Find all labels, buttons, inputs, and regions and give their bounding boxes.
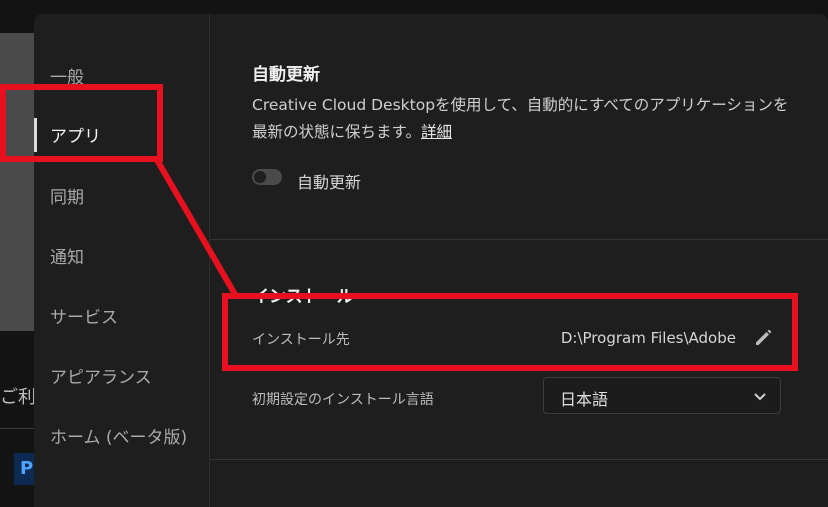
chevron-down-icon	[754, 393, 766, 401]
preferences-dialog: 一般 アプリ 同期 通知 サービス アピアランス ホーム (ベータ版) 自動更新…	[34, 14, 828, 507]
sidebar-item-apps[interactable]: アプリ	[50, 122, 101, 147]
auto-update-title: 自動更新	[252, 65, 320, 85]
section-divider-bottom	[210, 459, 828, 460]
toggle-knob	[254, 171, 266, 183]
background-panel	[0, 33, 34, 331]
sidebar-item-sync[interactable]: 同期	[50, 183, 84, 208]
sidebar-item-home-beta[interactable]: ホーム (ベータ版)	[50, 423, 187, 448]
section-divider	[210, 239, 828, 240]
background-divider	[0, 428, 34, 429]
sidebar-item-services[interactable]: サービス	[50, 303, 118, 328]
install-language-label: 初期設定のインストール言語	[252, 392, 434, 408]
background-app-badge: P	[14, 453, 34, 485]
preferences-content: 自動更新 Creative Cloud Desktopを使用して、自動的にすべて…	[210, 14, 828, 507]
install-language-select[interactable]: 日本語	[543, 377, 781, 414]
install-language-value: 日本語	[560, 390, 609, 409]
install-location-label: インストール先	[252, 332, 350, 348]
sidebar-item-notifications[interactable]: 通知	[50, 243, 84, 268]
auto-update-description: Creative Cloud Desktopを使用して、自動的にすべてのアプリケ…	[252, 92, 792, 146]
background-partial-text: ご利	[0, 387, 36, 408]
sidebar-item-general[interactable]: 一般	[50, 63, 84, 88]
auto-update-toggle[interactable]	[252, 169, 282, 185]
auto-update-toggle-label: 自動更新	[297, 173, 362, 192]
active-nav-indicator	[34, 118, 37, 152]
auto-update-description-text: Creative Cloud Desktopを使用して、自動的にすべてのアプリケ…	[252, 96, 789, 141]
install-location-value: D:\Program Files\Adobe	[560, 329, 736, 347]
pencil-icon	[756, 329, 772, 345]
sidebar-item-appearance[interactable]: アピアランス	[50, 363, 152, 388]
edit-location-button[interactable]	[752, 325, 776, 349]
learn-more-link[interactable]: 詳細	[421, 123, 452, 141]
preferences-sidebar: 一般 アプリ 同期 通知 サービス アピアランス ホーム (ベータ版)	[34, 14, 210, 507]
install-title: インストール	[252, 287, 354, 307]
